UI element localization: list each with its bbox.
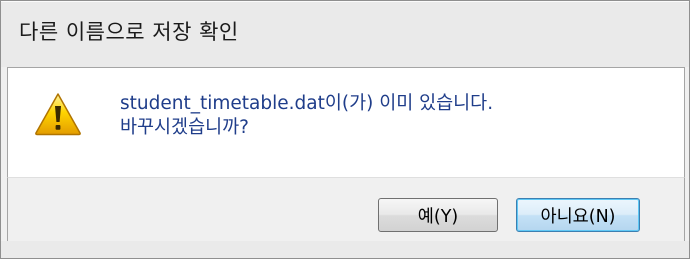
message-line-1: student_timetable.dat이(가) 이미 있습니다. bbox=[120, 93, 494, 114]
dialog-content: student_timetable.dat이(가) 이미 있습니다. 바꾸시겠습… bbox=[7, 67, 685, 178]
yes-button[interactable]: 예(Y) bbox=[378, 198, 498, 232]
save-as-confirm-dialog: 다른 이름으로 저장 확인 student_timetable.dat이(가) … bbox=[0, 0, 690, 259]
dialog-title: 다른 이름으로 저장 확인 bbox=[19, 20, 239, 44]
dialog-message: student_timetable.dat이(가) 이미 있습니다. 바꾸시겠습… bbox=[120, 92, 493, 140]
dialog-button-bar: 예(Y) 아니요(N) bbox=[7, 177, 685, 242]
dialog-bottom-edge bbox=[1, 241, 689, 258]
message-line-2: 바꾸시겠습니까? bbox=[120, 117, 249, 138]
no-button[interactable]: 아니요(N) bbox=[516, 198, 640, 232]
warning-icon bbox=[35, 93, 81, 136]
dialog-title-bar[interactable]: 다른 이름으로 저장 확인 bbox=[1, 1, 689, 67]
